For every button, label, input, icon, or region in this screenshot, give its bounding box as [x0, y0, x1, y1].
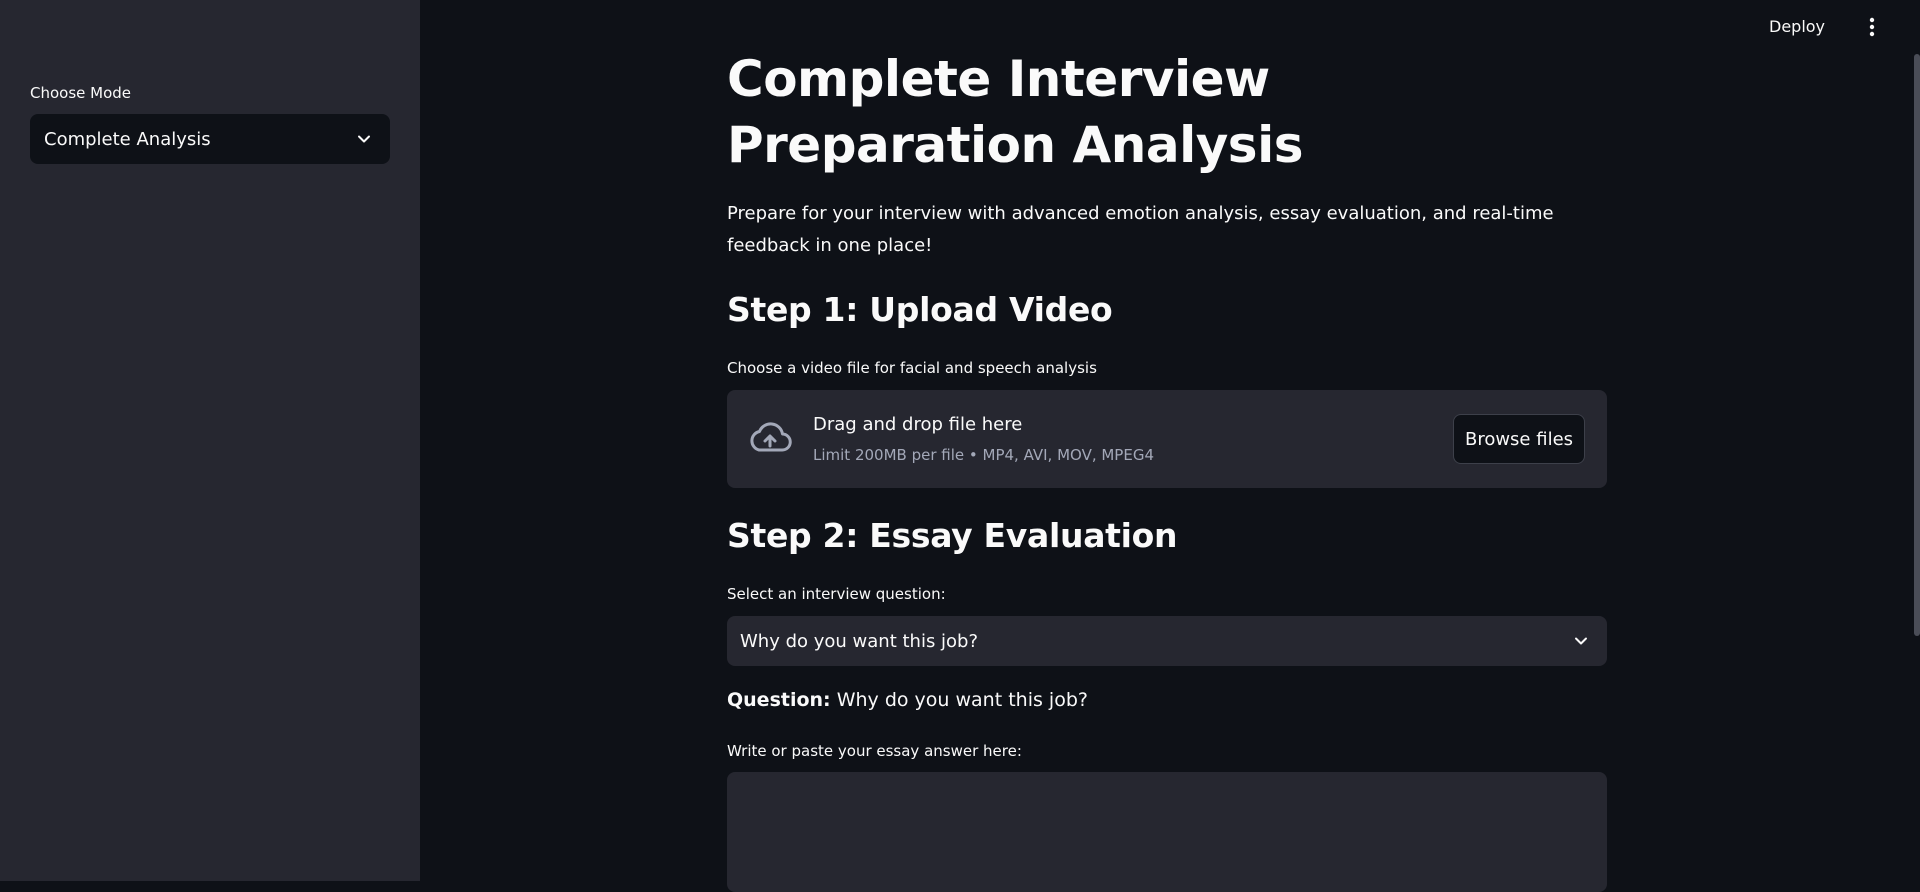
question-select[interactable]: Why do you want this job?	[727, 616, 1607, 666]
chevron-down-icon	[358, 135, 370, 143]
vertical-ellipsis-icon[interactable]	[1862, 12, 1882, 42]
question-text: Why do you want this job?	[836, 689, 1088, 711]
question-select-value: Why do you want this job?	[740, 630, 979, 652]
question-prefix: Question:	[727, 689, 831, 711]
step1-heading: Step 1: Upload Video	[727, 290, 1113, 329]
video-upload-label: Choose a video file for facial and speec…	[727, 359, 1097, 377]
cloud-upload-icon	[750, 422, 792, 452]
dropzone-limits: Limit 200MB per file • MP4, AVI, MOV, MP…	[813, 446, 1155, 464]
browse-files-button[interactable]: Browse files	[1453, 414, 1585, 464]
intro-text: Prepare for your interview with advanced…	[727, 203, 1554, 256]
page-title: Complete Interview Preparation Analysis	[727, 50, 1303, 174]
step2-heading: Step 2: Essay Evaluation	[727, 516, 1178, 555]
chevron-down-icon	[1575, 637, 1587, 645]
dropzone-instructions: Drag and drop file here	[813, 414, 1023, 435]
essay-label: Write or paste your essay answer here:	[727, 742, 1022, 760]
file-dropzone[interactable]: Drag and drop file here Limit 200MB per …	[727, 390, 1607, 488]
scrollbar-thumb[interactable]	[1914, 54, 1920, 636]
deploy-button[interactable]: Deploy	[1769, 14, 1825, 40]
question-select-label: Select an interview question:	[727, 585, 946, 603]
mode-select-value: Complete Analysis	[44, 128, 211, 150]
mode-select[interactable]: Complete Analysis	[30, 114, 390, 164]
sidebar: Choose Mode Complete Analysis	[0, 0, 420, 881]
essay-textarea[interactable]	[727, 772, 1607, 892]
mode-label: Choose Mode	[30, 84, 132, 102]
question-display: Question: Why do you want this job?	[727, 689, 1088, 711]
